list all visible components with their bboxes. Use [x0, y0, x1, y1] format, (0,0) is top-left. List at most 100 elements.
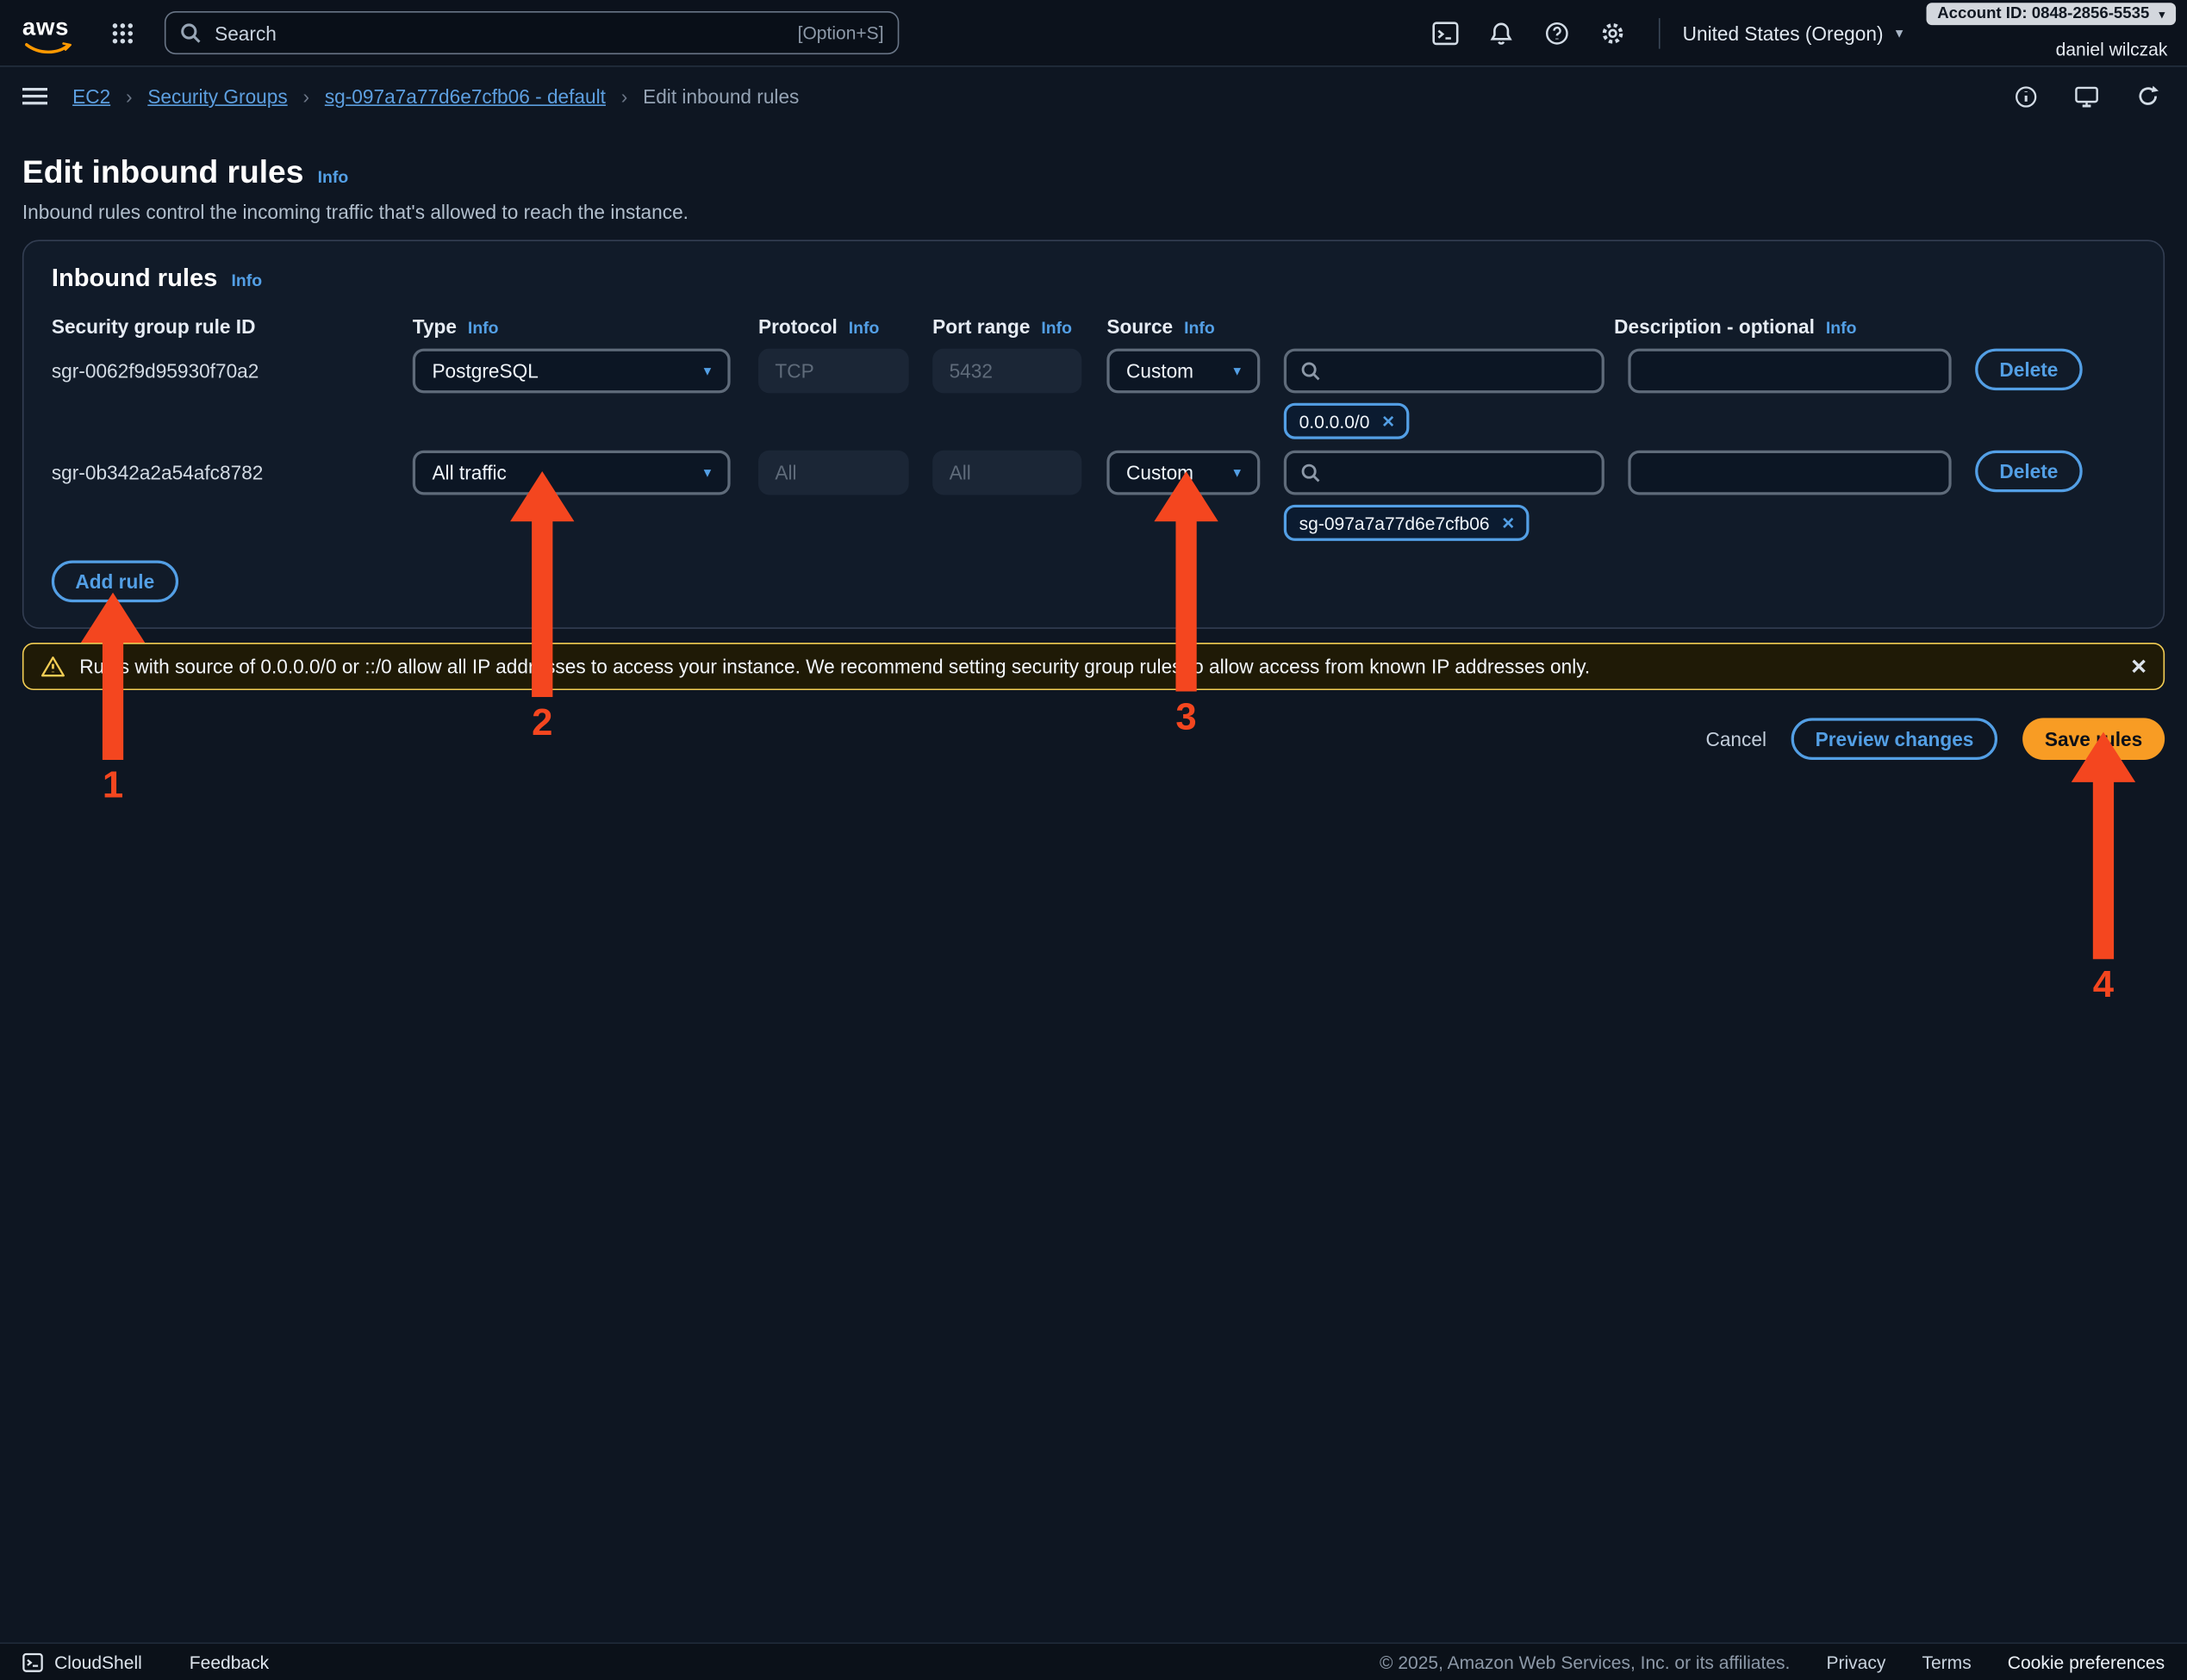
delete-rule-button[interactable]: Delete	[1975, 349, 2083, 391]
type-select[interactable]: PostgreSQL ▼	[413, 349, 731, 394]
column-source: Source	[1106, 315, 1173, 338]
inbound-rule-row: sgr-0b342a2a54afc8782 All traffic ▼ All …	[52, 451, 2135, 541]
column-type: Type	[413, 315, 457, 338]
source-input[interactable]	[1330, 358, 1587, 383]
inbound-rules-panel: Inbound rules Info Security group rule I…	[22, 240, 2165, 629]
remove-token-icon[interactable]: ×	[1382, 411, 1394, 432]
console-footer: CloudShell Feedback © 2025, Amazon Web S…	[0, 1642, 2187, 1680]
description-input[interactable]	[1645, 460, 1935, 485]
cloudshell-terminal-icon[interactable]	[1422, 10, 1469, 55]
chevron-down-icon: ▾	[2159, 8, 2165, 21]
breadcrumb-link-security-groups[interactable]: Security Groups	[147, 85, 287, 108]
search-shortcut: [Option+S]	[798, 22, 884, 43]
feedback-link[interactable]: Feedback	[190, 1652, 269, 1672]
apps-grid-icon[interactable]	[111, 22, 134, 44]
breadcrumb-actions	[2009, 79, 2165, 113]
source-search-field[interactable]	[1284, 349, 1604, 394]
region-label: United States (Oregon)	[1683, 22, 1884, 44]
help-icon[interactable]	[1534, 10, 1581, 55]
annotation-arrow-4: 4	[2072, 732, 2135, 1007]
notifications-bell-icon[interactable]	[1478, 10, 1525, 55]
page-subtitle: Inbound rules control the incoming traff…	[22, 201, 2165, 223]
source-type-value: Custom	[1126, 462, 1193, 484]
cloudshell-label: CloudShell	[54, 1652, 142, 1672]
column-description: Description - optional	[1614, 315, 1815, 338]
global-search[interactable]: [Option+S]	[165, 11, 899, 54]
info-icon[interactable]	[2009, 79, 2042, 113]
cloudshell-icon	[22, 1652, 43, 1672]
breadcrumb-link-ec2[interactable]: EC2	[72, 85, 110, 108]
source-token-label: 0.0.0.0/0	[1299, 411, 1370, 432]
inbound-rule-row: sgr-0062f9d95930f70a2 PostgreSQL ▼ TCP 5…	[52, 349, 2135, 439]
remove-token-icon[interactable]: ×	[1502, 513, 1514, 533]
cloudshell-button[interactable]: CloudShell	[22, 1652, 142, 1672]
aws-console-screen: aws [Option+S]	[0, 0, 2187, 1680]
description-info-link[interactable]: Info	[1826, 318, 1857, 338]
description-field[interactable]	[1628, 451, 1951, 495]
source-search-field[interactable]	[1284, 451, 1604, 495]
topbar-divider	[1659, 17, 1660, 48]
description-input[interactable]	[1645, 358, 1935, 383]
settings-gear-icon[interactable]	[1589, 10, 1636, 55]
breadcrumb-separator-icon: ›	[621, 85, 628, 108]
breadcrumb-bar: EC2 › Security Groups › sg-097a7a77d6e7c…	[0, 67, 2187, 126]
user-menu[interactable]: daniel wilczak	[2056, 39, 2168, 59]
column-port-range: Port range	[932, 315, 1030, 338]
terms-link[interactable]: Terms	[1922, 1652, 1971, 1672]
source-type-value: Custom	[1126, 360, 1193, 383]
protocol-info-link[interactable]: Info	[849, 318, 880, 338]
warning-banner: Rules with source of 0.0.0.0/0 or ::/0 a…	[22, 643, 2165, 690]
search-icon	[1300, 463, 1320, 482]
preview-changes-button[interactable]: Preview changes	[1791, 718, 1997, 760]
close-icon[interactable]: ×	[2131, 653, 2146, 680]
account-id-label: Account ID: 0848-2856-5535	[1937, 5, 2149, 22]
walkthrough-monitor-icon[interactable]	[2070, 79, 2103, 113]
source-type-select[interactable]: Custom ▼	[1106, 349, 1260, 394]
source-info-link[interactable]: Info	[1184, 318, 1215, 338]
port-range-field: All	[932, 451, 1081, 495]
aws-logo-text: aws	[22, 13, 69, 40]
port-range-info-link[interactable]: Info	[1041, 318, 1072, 338]
form-actions: Cancel Preview changes Save rules	[22, 718, 2165, 760]
rule-id-value: sgr-0062f9d95930f70a2	[52, 360, 259, 383]
aws-logo[interactable]: aws	[22, 13, 75, 52]
main-content: Edit inbound rules Info Inbound rules co…	[0, 126, 2187, 760]
panel-title: Inbound rules	[52, 264, 217, 293]
hamburger-menu-icon[interactable]	[22, 86, 47, 106]
aws-smile-icon	[25, 41, 72, 55]
privacy-link[interactable]: Privacy	[1826, 1652, 1885, 1672]
panel-info-link[interactable]: Info	[232, 271, 263, 290]
description-field[interactable]	[1628, 349, 1951, 394]
type-select-value: All traffic	[432, 462, 506, 484]
breadcrumb: EC2 › Security Groups › sg-097a7a77d6e7c…	[72, 85, 799, 108]
chevron-down-icon: ▼	[1893, 26, 1905, 40]
delete-rule-button[interactable]: Delete	[1975, 451, 2083, 493]
source-token: 0.0.0.0/0 ×	[1284, 403, 1410, 439]
source-input[interactable]	[1330, 460, 1587, 485]
protocol-field: TCP	[758, 349, 909, 394]
breadcrumb-link-security-group[interactable]: sg-097a7a77d6e7cfb06 - default	[325, 85, 606, 108]
cancel-button[interactable]: Cancel	[1705, 728, 1766, 750]
account-id-badge[interactable]: Account ID: 0848-2856-5535 ▾	[1926, 3, 2176, 25]
type-select-value: PostgreSQL	[432, 360, 538, 383]
breadcrumb-current-page: Edit inbound rules	[643, 85, 799, 108]
search-input[interactable]	[212, 20, 787, 45]
chevron-down-icon: ▼	[701, 466, 713, 480]
refresh-icon[interactable]	[2131, 79, 2165, 113]
type-select[interactable]: All traffic ▼	[413, 451, 731, 495]
page-info-link[interactable]: Info	[318, 167, 349, 187]
cookie-preferences-link[interactable]: Cookie preferences	[2008, 1652, 2165, 1672]
region-selector[interactable]: United States (Oregon) ▼	[1683, 22, 1906, 44]
add-rule-button[interactable]: Add rule	[52, 561, 178, 603]
page-title: Edit inbound rules	[22, 153, 304, 191]
breadcrumb-separator-icon: ›	[302, 85, 309, 108]
source-type-select[interactable]: Custom ▼	[1106, 451, 1260, 495]
top-navigation-bar: aws [Option+S]	[0, 0, 2187, 67]
save-rules-button[interactable]: Save rules	[2022, 718, 2165, 760]
topbar-right-cluster: United States (Oregon) ▼	[1422, 10, 1905, 55]
type-info-link[interactable]: Info	[468, 318, 499, 338]
source-token: sg-097a7a77d6e7cfb06 ×	[1284, 505, 1530, 541]
warning-text: Rules with source of 0.0.0.0/0 or ::/0 a…	[79, 656, 1590, 678]
breadcrumb-separator-icon: ›	[126, 85, 133, 108]
annotation-number-4: 4	[2093, 963, 2114, 1006]
